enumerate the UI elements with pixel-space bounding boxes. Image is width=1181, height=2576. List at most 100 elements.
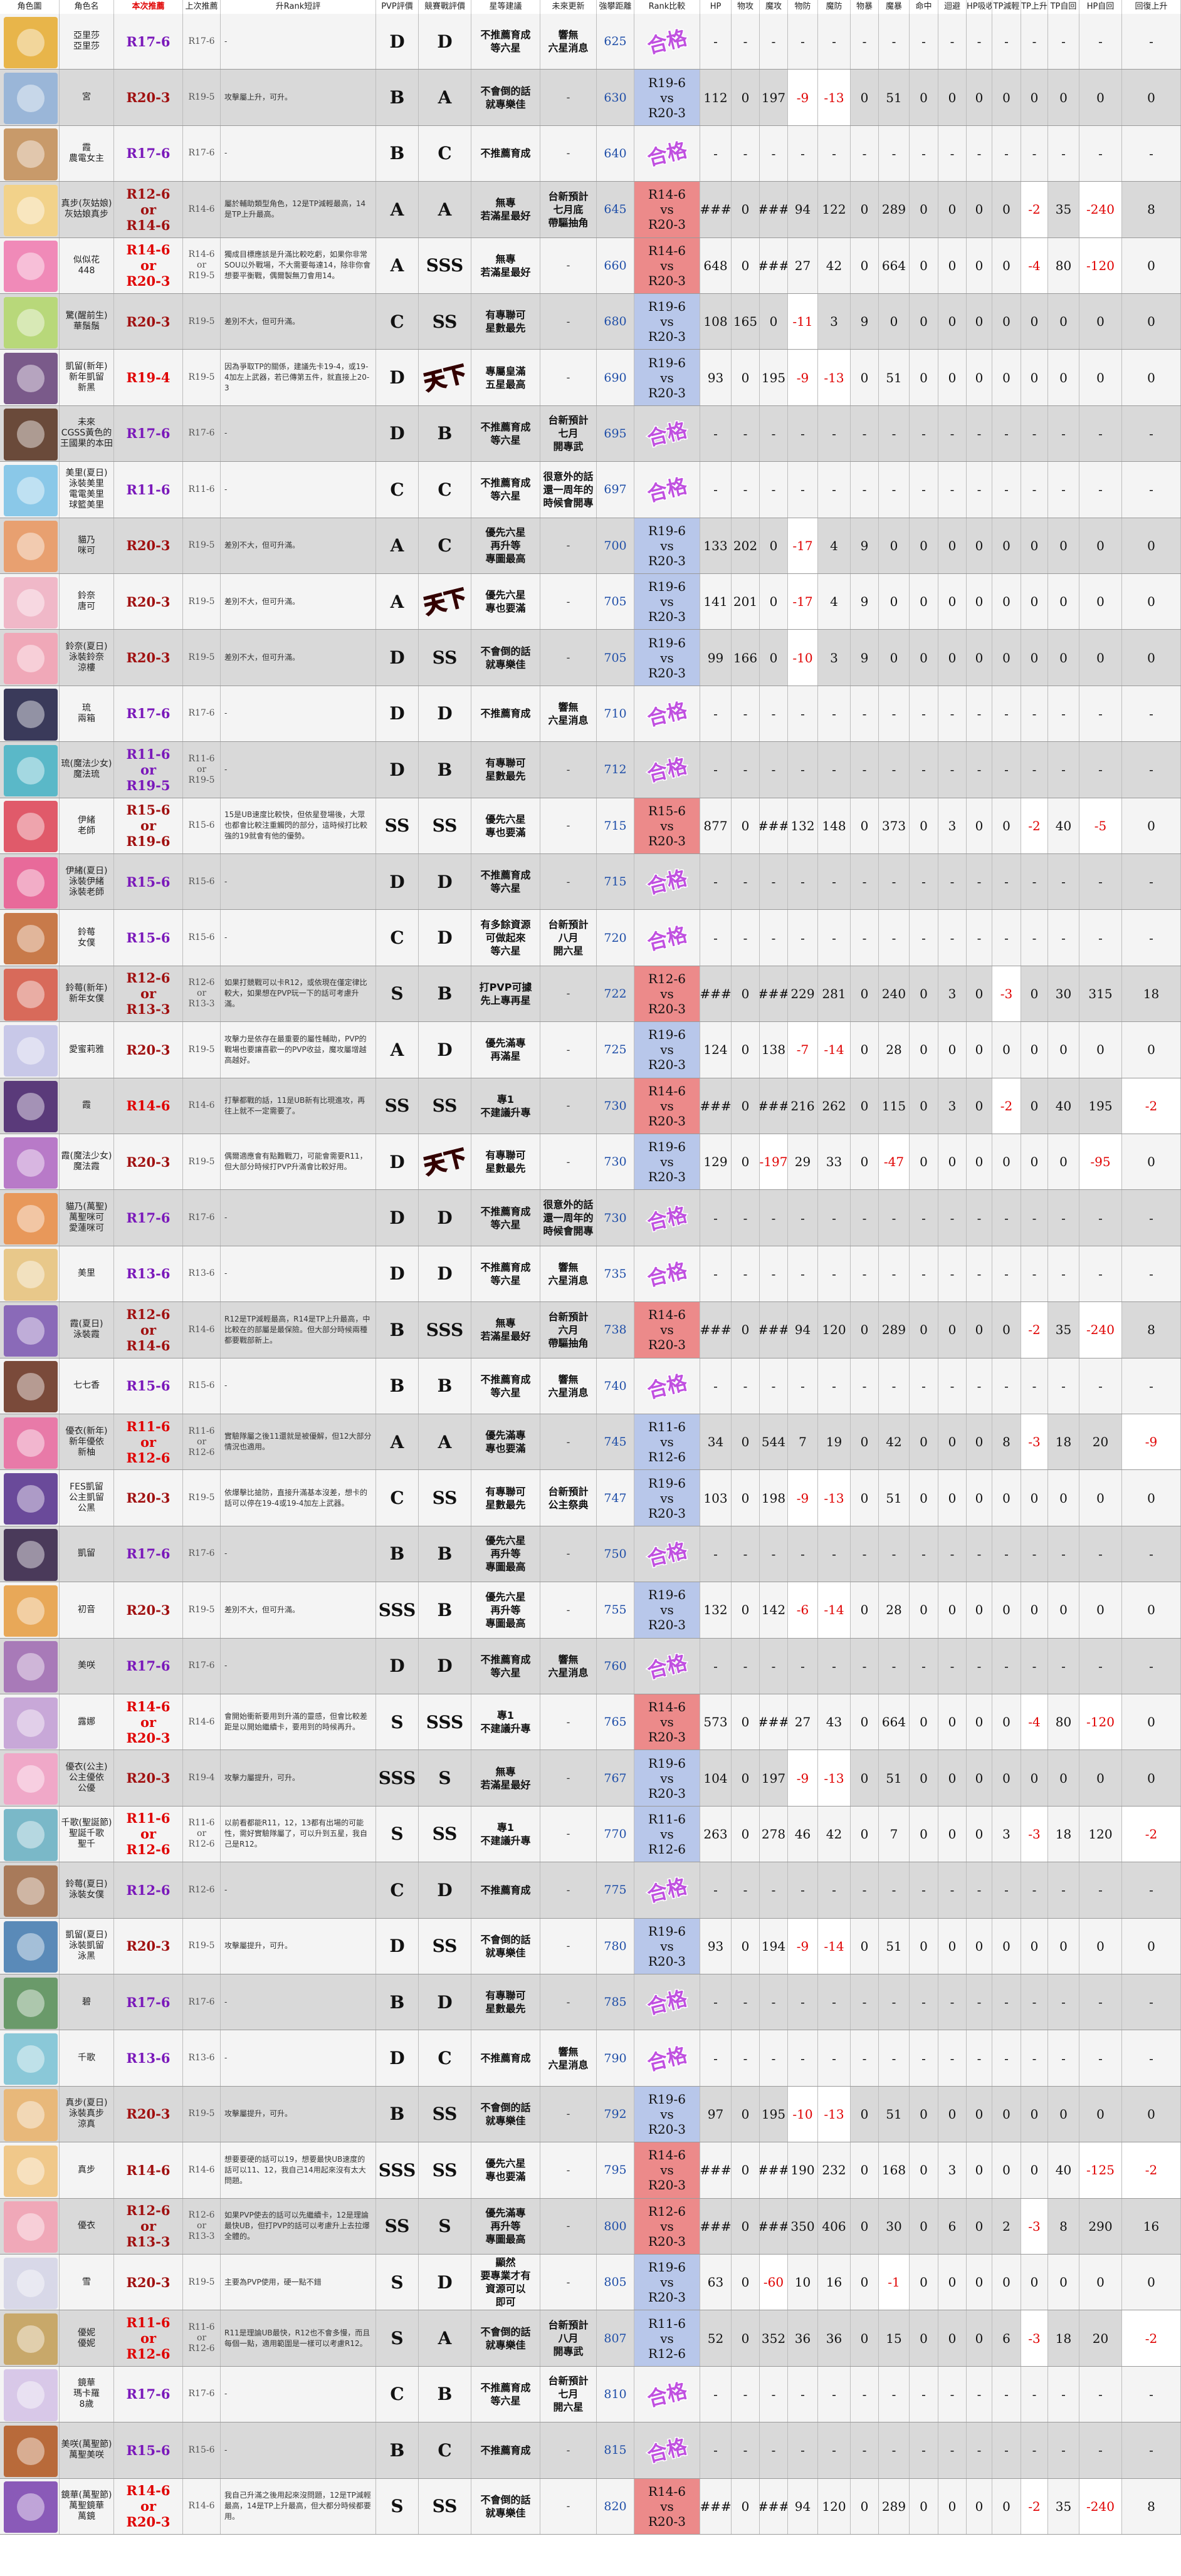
stat-4: -13 <box>824 370 844 385</box>
stat-3: 190 <box>790 2162 815 2178</box>
star-advice: 不推薦育成 等六星 <box>480 2381 531 2407</box>
stat-14: 0 <box>1147 90 1155 105</box>
future-update: - <box>566 2164 570 2176</box>
stat-9: - <box>977 34 982 50</box>
avatar <box>0 1134 60 1190</box>
stat-8: - <box>950 1658 955 1674</box>
stat-9: - <box>977 706 982 721</box>
rank-compare: R19-6 vs R20-3 <box>648 1475 686 1521</box>
recommended-rank: R20-3 <box>126 1490 171 1506</box>
recommended-rank: R15-6 <box>126 873 171 890</box>
stat-12: 18 <box>1055 1826 1072 1842</box>
stat-5: - <box>862 1210 867 1226</box>
stat-1: 201 <box>733 594 758 610</box>
table-row: 七七香 R15-6 R15-6- B B 不推薦育成 等六星 響無 六星消息 740 合格 - - -… <box>0 1358 1181 1414</box>
avatar <box>0 798 60 853</box>
future-update: - <box>566 2444 570 2456</box>
avatar <box>0 1974 60 2030</box>
arena-grade: D <box>437 1039 453 1060</box>
stat-5: 0 <box>860 1770 869 1786</box>
header-10: Rank比較 <box>634 0 700 14</box>
stat-5: 0 <box>860 2162 869 2178</box>
stat-10: 0 <box>1002 90 1010 105</box>
star-advice: 不推薦育成 等六星 <box>480 420 531 446</box>
header-24: HP自回 <box>1079 0 1122 14</box>
stat-0: ### <box>700 1322 732 1338</box>
star-advice: 不推薦育成 <box>480 2444 531 2456</box>
star-advice: 優先六星 再升等 專圖最高 <box>485 1535 526 1573</box>
stat-1: - <box>743 1378 748 1394</box>
stat-3: 10 <box>794 2275 811 2290</box>
header-6: 競賽戰評價 <box>419 0 471 14</box>
recommended-rank: R11-6 <box>126 481 171 498</box>
stat-14: 0 <box>1147 1042 1155 1058</box>
recommended-rank: R12-6 <box>126 1882 171 1898</box>
stat-3: 29 <box>794 1154 811 1170</box>
header-22: TP上升 <box>1021 0 1048 14</box>
avatar <box>0 294 60 350</box>
kanji-stamp-icon: 合格 <box>644 697 691 732</box>
stat-13: -125 <box>1086 2162 1115 2178</box>
stat-14: 0 <box>1147 258 1155 273</box>
stat-13: - <box>1098 1658 1103 1674</box>
recommended-rank: R17-6 <box>126 1210 171 1226</box>
future-update: - <box>566 91 570 104</box>
stat-0: 877 <box>703 818 728 833</box>
stat-3: -7 <box>796 1042 809 1058</box>
future-update: - <box>566 2220 570 2233</box>
stat-8: 0 <box>948 2330 957 2346</box>
stat-10: -2 <box>1000 1098 1013 1113</box>
stat-4: 19 <box>826 1434 842 1450</box>
arena-grade: D <box>437 2271 453 2293</box>
rank-compare: R19-6 vs R20-3 <box>648 355 686 400</box>
unlock-distance: 715 <box>604 818 627 833</box>
stat-13: - <box>1098 706 1103 721</box>
star-advice: 有專聯可 星數最先 <box>485 309 526 335</box>
rank-comment: - <box>224 709 228 718</box>
star-advice: 不推薦育成 <box>480 1884 531 1896</box>
stat-11: 0 <box>1030 314 1039 330</box>
character-name: 宮 <box>82 92 91 103</box>
previous-rank: R14-6 <box>188 204 215 214</box>
stat-6: - <box>891 425 896 441</box>
rank-comment: 以前看都能R11，12，13都有出場的可能性，需好實驗隊屬了，可以升到五星，我自… <box>224 1818 368 1849</box>
recommended-rank: R15-6 or R19-6 <box>126 802 171 850</box>
stat-2: - <box>771 425 776 441</box>
future-update: 台新預計 公主祭典 <box>548 1485 589 1511</box>
character-name: 優妮 優妮 <box>78 2327 95 2349</box>
stat-11: - <box>1032 930 1037 946</box>
header-16: 物暴 <box>851 0 879 14</box>
future-update: - <box>566 2276 570 2288</box>
stat-2: -60 <box>763 2275 784 2290</box>
stat-14: 0 <box>1147 370 1155 385</box>
stat-13: - <box>1098 1378 1103 1394</box>
stat-6: - <box>891 762 896 778</box>
previous-rank: R17-6 <box>188 1996 215 2007</box>
stat-2: ### <box>760 818 788 833</box>
stat-4: - <box>832 1546 836 1562</box>
star-advice: 有專聯可 星數最先 <box>485 757 526 783</box>
stat-4: - <box>832 874 836 890</box>
avatar <box>0 2310 60 2366</box>
arena-grade: D <box>437 703 453 724</box>
stat-11: - <box>1032 2443 1037 2458</box>
stat-11: -3 <box>1028 2218 1041 2234</box>
stat-5: - <box>862 1882 867 1898</box>
stat-4: -13 <box>824 1770 844 1786</box>
stat-1: 0 <box>741 818 750 833</box>
stat-3: - <box>800 1995 805 2010</box>
stat-1: - <box>743 874 748 890</box>
previous-rank: R14-6 <box>188 2501 215 2511</box>
star-advice: 有多餘資源 可做起來 等六星 <box>480 919 531 957</box>
stat-4: - <box>832 930 836 946</box>
stat-1: 0 <box>741 2106 750 2122</box>
stat-6: - <box>891 2386 896 2402</box>
stat-14: 0 <box>1147 594 1155 610</box>
avatar <box>0 854 60 910</box>
stat-0: ### <box>700 986 732 1001</box>
character-name: 霞(魔法少女) 魔法霞 <box>61 1151 112 1172</box>
arena-grade: D <box>437 927 453 949</box>
stat-7: - <box>921 34 926 50</box>
stat-11: - <box>1032 2050 1037 2066</box>
star-advice: 不會倒的話 就專樂佳 <box>480 2493 531 2519</box>
